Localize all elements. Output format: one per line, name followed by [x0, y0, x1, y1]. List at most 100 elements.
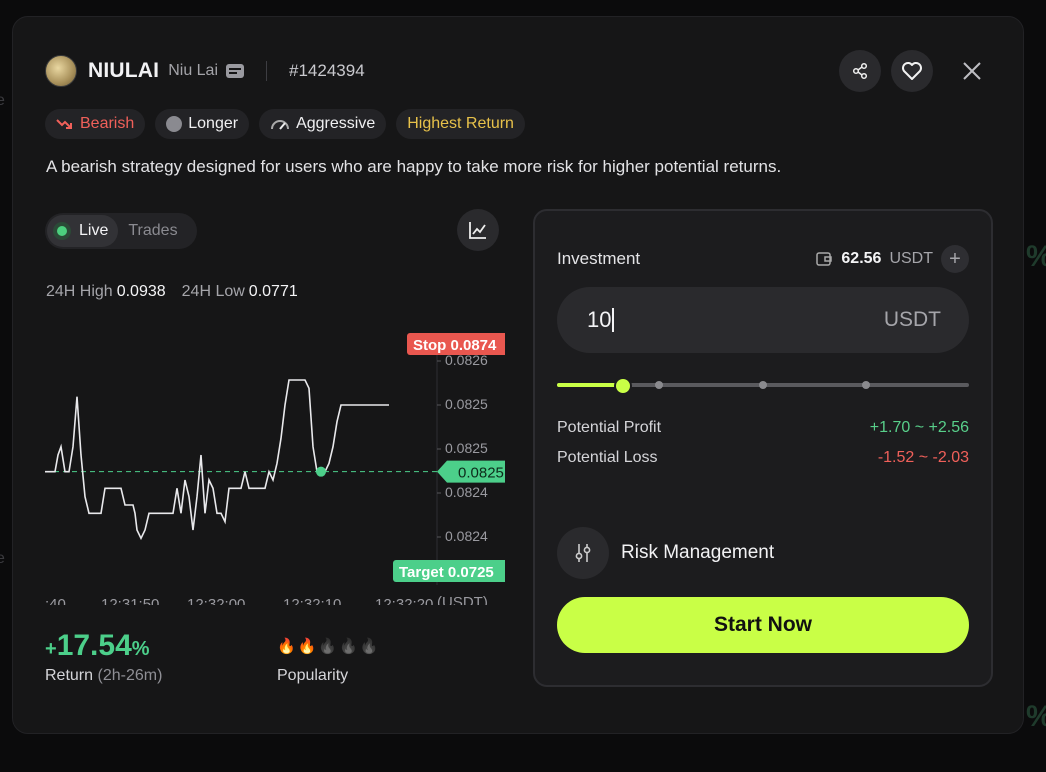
potential-profit-label: Potential Profit [557, 419, 662, 436]
strategy-name: NIULAI [88, 59, 160, 82]
x-tick-label: 12:31:50 [101, 596, 159, 605]
background-fragment: e [0, 92, 5, 109]
price-stats: 24H High 0.0938 24H Low 0.0771 [46, 283, 298, 301]
start-now-button[interactable]: Start Now [557, 597, 969, 653]
x-tick-label: :40 [45, 596, 66, 605]
potential-loss-label: Potential Loss [557, 449, 658, 466]
trend-down-icon [56, 119, 72, 129]
id-card-icon [226, 64, 245, 78]
potential-profit-value: +1.70 ~ +2.56 [869, 419, 969, 436]
price-line [45, 379, 389, 541]
return-label: Return (2h-26m) [45, 667, 162, 685]
chart-view-button[interactable] [457, 209, 499, 251]
tag-longer: Longer [155, 109, 250, 139]
investment-label: Investment [557, 249, 641, 268]
tag-highest-return: Highest Return [396, 109, 525, 139]
tab-live[interactable]: Live [47, 215, 119, 247]
flame-icon: 🔥 [277, 638, 296, 655]
strategy-tags: Bearish Longer Aggressive Highest Return [45, 109, 525, 139]
high-label: 24H High [46, 283, 113, 300]
unit-label: (USDT) [437, 594, 488, 605]
add-funds-button[interactable]: + [941, 245, 969, 273]
potential-loss-row: Potential Loss -1.52 ~ -2.03 [557, 449, 969, 467]
tag-label: Longer [188, 115, 239, 132]
y-tick-label: 0.0824 [445, 484, 488, 500]
strategy-modal: NIULAI Niu Lai #1424394 Bearish Longer A… [12, 16, 1024, 734]
divider [266, 61, 268, 81]
favorite-button[interactable] [891, 50, 933, 92]
wallet-balance: 62.56 USDT + [815, 245, 969, 273]
clock-icon [166, 116, 183, 132]
stop-label: Stop 0.0874 [413, 337, 497, 354]
balance-unit: USDT [889, 250, 933, 267]
background-fragment: e [0, 550, 5, 567]
tag-aggressive: Aggressive [259, 109, 387, 139]
share-icon [852, 62, 868, 80]
avatar[interactable] [45, 55, 77, 87]
return-sign: + [45, 638, 57, 660]
high-value: 0.0938 [116, 283, 166, 300]
slider-stop[interactable] [862, 381, 870, 389]
target-label: Target 0.0725 [399, 564, 494, 581]
live-indicator-icon [53, 222, 71, 240]
slider-thumb[interactable] [613, 377, 632, 395]
x-tick-label: 12:32:20 [375, 596, 433, 605]
creator-handle[interactable]: Niu Lai [168, 62, 218, 80]
amount-input[interactable]: 10 USDT [557, 287, 969, 353]
return-label-text: Return [45, 667, 94, 684]
sliders-icon [557, 527, 609, 579]
y-tick-label: 0.0825 [445, 440, 488, 456]
x-tick-label: 12:32:00 [187, 596, 245, 605]
low-stat: 24H Low 0.0771 [182, 283, 298, 301]
current-price-label: 0.0825 [458, 465, 504, 482]
y-tick-label: 0.0825 [445, 396, 488, 412]
tab-label: Live [79, 222, 109, 239]
header-actions [839, 50, 993, 92]
balance-value: 62.56 [841, 250, 882, 267]
strategy-id: #1424394 [289, 61, 365, 80]
risk-management-label: Risk Management [621, 542, 775, 563]
amount-unit: USDT [883, 308, 941, 331]
flame-icon: 🔥 [318, 638, 338, 655]
tag-label: Highest Return [407, 115, 514, 132]
close-button[interactable] [951, 50, 993, 92]
view-toggle: Live Trades [45, 213, 197, 249]
investment-header: Investment 62.56 USDT + [557, 245, 969, 273]
tag-label: Bearish [80, 115, 135, 132]
tag-label: Aggressive [296, 115, 376, 132]
close-icon [963, 62, 981, 80]
return-value: +17.54% [45, 629, 162, 663]
low-label: 24H Low [181, 283, 245, 300]
potential-loss-value: -1.52 ~ -2.03 [877, 449, 969, 466]
low-value: 0.0771 [248, 283, 298, 300]
flame-icon: 🔥 [297, 638, 317, 655]
modal-header: NIULAI Niu Lai #1424394 [45, 50, 993, 92]
return-percent-sign: % [131, 638, 150, 660]
background-fragment: % [1026, 240, 1046, 274]
background-fragment: % [1026, 700, 1046, 734]
flame-icon: 🔥 [359, 638, 379, 655]
y-tick-label: 0.0824 [445, 528, 488, 544]
high-stat: 24H High 0.0938 [46, 283, 166, 301]
plus-icon: + [949, 248, 961, 270]
tag-bearish: Bearish [45, 109, 146, 139]
strategy-description: A bearish strategy designed for users wh… [46, 157, 782, 176]
risk-management-button[interactable]: Risk Management [557, 527, 774, 579]
amount-slider[interactable] [557, 377, 969, 395]
x-tick-label: 12:32:10 [283, 596, 341, 605]
current-price-marker [316, 466, 326, 477]
price-chart: 0.08260.08250.08250.08240.0824Stop 0.087… [45, 333, 505, 605]
amount-value[interactable]: 10 [587, 308, 615, 332]
flame-icon: 🔥 [339, 638, 358, 655]
return-stat: +17.54% Return (2h-26m) [45, 629, 162, 685]
share-button[interactable] [839, 50, 881, 92]
line-chart-icon [469, 222, 486, 239]
popularity-label: Popularity [277, 667, 349, 684]
tab-trades[interactable]: Trades [128, 222, 177, 240]
return-duration: (2h-26m) [97, 667, 163, 684]
slider-stop[interactable] [655, 381, 663, 389]
slider-stop[interactable] [759, 381, 767, 389]
heart-icon [902, 62, 922, 80]
wallet-icon [816, 252, 833, 266]
potential-profit-row: Potential Profit +1.70 ~ +2.56 [557, 419, 969, 437]
